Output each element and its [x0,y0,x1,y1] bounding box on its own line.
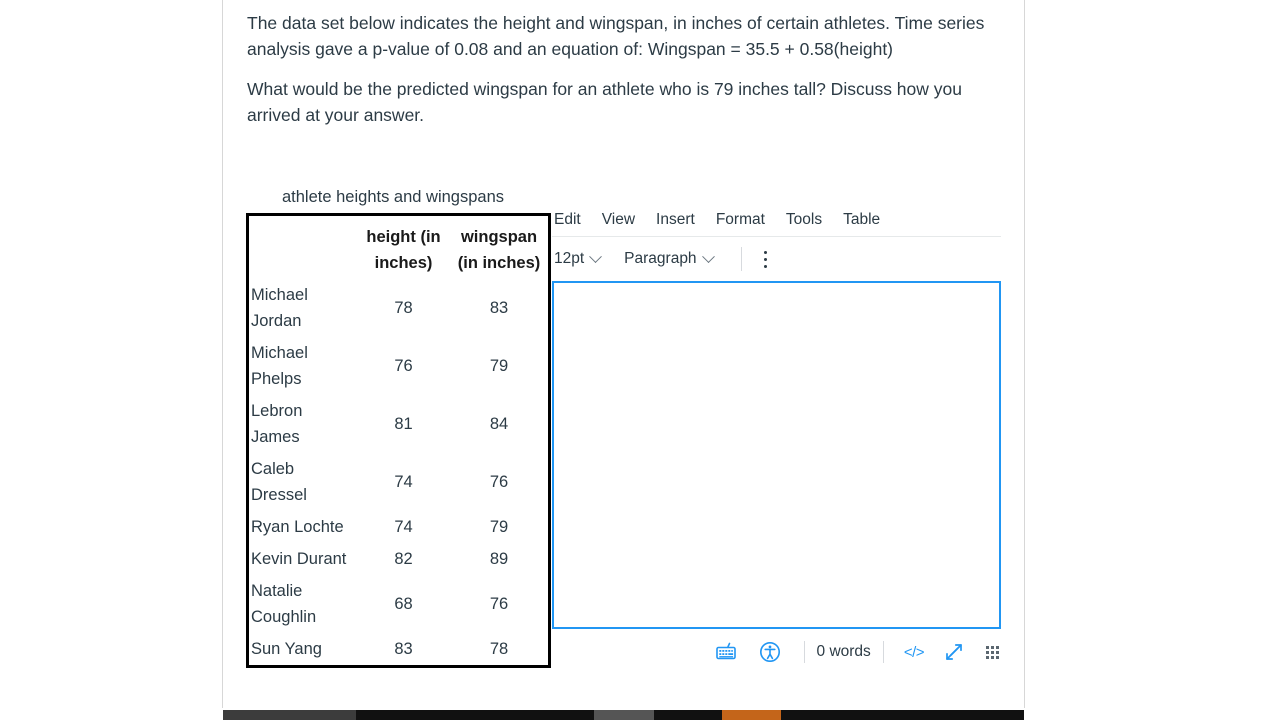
handle-dot [991,645,994,649]
kebab-dot [763,250,767,254]
chevron-down-icon [589,249,603,263]
cell-wingspan: 78 [489,640,509,658]
cell-athlete-name: Natalie Coughlin [251,582,317,626]
table-row: Michael Phelps 76 79 [249,337,548,395]
prompt-paragraph-1: The data set below indicates the height … [247,13,985,59]
font-size-select[interactable]: 12pt [554,249,603,268]
assignment-content: The data set below indicates the height … [223,0,1024,712]
status-separator [882,641,884,663]
html-editor-icon[interactable]: </> [904,644,925,661]
cell-athlete-name: Michael Jordan [251,286,308,330]
table-row: Kevin Durant 82 89 [249,543,548,575]
editor-toolbar: 12pt Paragraph [552,237,1001,281]
cell-wingspan: 79 [489,357,509,375]
toolbar-separator [740,247,742,271]
table-header-height: height (in inches) [366,228,441,272]
chevron-down-icon [701,249,715,263]
question-prompt: The data set below indicates the height … [247,10,992,128]
cell-height: 74 [394,518,413,536]
accessibility-checker-icon[interactable] [756,638,784,666]
status-separator [803,641,805,663]
table-row: Sun Yang 83 78 [249,633,548,665]
taskbar-segment [781,710,1024,720]
cell-height: 76 [394,357,413,375]
cell-athlete-name: Kevin Durant [251,550,347,568]
cell-wingspan: 84 [489,415,509,433]
cell-height: 74 [394,473,413,491]
cell-wingspan: 76 [489,595,509,613]
handle-dot [986,645,989,649]
cell-height: 68 [394,595,413,613]
cell-athlete-name: Michael Phelps [251,344,308,388]
kebab-dot [763,257,767,261]
cell-height: 82 [394,550,413,568]
table-row: Natalie Coughlin 68 76 [249,575,548,633]
table-header-name [249,216,357,279]
table-body: Michael Jordan 78 83 Michael Phelps 76 7… [249,279,548,665]
word-count: 0 words [816,643,871,660]
handle-dot [986,655,989,659]
handle-dot [986,650,989,654]
handle-dot [996,655,999,659]
menu-edit[interactable]: Edit [554,211,581,229]
cell-athlete-name: Ryan Lochte [251,518,344,536]
cell-height: 83 [394,640,413,658]
kebab-dot [763,264,767,268]
table-caption: athlete heights and wingspans [282,188,504,206]
keyboard-shortcuts-icon[interactable] [712,638,740,666]
table-row: Caleb Dressel 74 76 [249,453,548,511]
cell-wingspan: 76 [489,473,509,491]
athlete-data-table: height (in inches) wingspan (in inches) … [246,213,551,668]
table-header-wingspan: wingspan (in inches) [457,228,541,272]
handle-dot [996,650,999,654]
cell-athlete-name: Lebron James [251,402,303,446]
drag-handle-icon[interactable] [986,645,999,659]
cell-athlete-name: Caleb Dressel [251,460,307,504]
prompt-paragraph-2: What would be the predicted wingspan for… [247,79,962,125]
handle-dot [996,645,999,649]
menu-view[interactable]: View [602,211,635,229]
cell-wingspan: 79 [489,518,509,536]
cell-wingspan: 83 [489,299,509,317]
editor-textarea[interactable] [552,281,1001,629]
screen-root: The data set below indicates the height … [0,0,1280,720]
taskbar-segment [223,710,356,720]
block-format-select[interactable]: Paragraph [624,249,715,268]
cell-athlete-name: Sun Yang [251,640,322,658]
menu-format[interactable]: Format [716,211,765,229]
editor-status-bar: 0 words </> [552,629,1001,675]
font-size-value: 12pt [554,250,585,267]
table-header-row: height (in inches) wingspan (in inches) [249,216,548,279]
menu-table[interactable]: Table [843,211,880,229]
cell-height: 78 [394,299,413,317]
os-taskbar-strip [0,708,1280,720]
taskbar-segment [594,710,654,720]
menu-tools[interactable]: Tools [786,211,822,229]
table-row: Michael Jordan 78 83 [249,279,548,337]
expand-resize-icon[interactable] [940,638,968,666]
table-row: Ryan Lochte 74 79 [249,511,548,543]
block-format-value: Paragraph [624,250,697,267]
taskbar-segment [654,710,722,720]
editor-menubar: Edit View Insert Format Tools Table [552,203,1001,236]
handle-dot [991,650,994,654]
cell-wingspan: 89 [489,550,509,568]
taskbar-segment [356,710,594,720]
cell-height: 81 [394,415,413,433]
rich-content-editor: Edit View Insert Format Tools Table 12pt… [552,203,1001,675]
handle-dot [991,655,994,659]
more-options-button[interactable] [758,250,773,268]
menu-insert[interactable]: Insert [656,211,695,229]
page-rail-right [1024,0,1025,712]
table-row: Lebron James 81 84 [249,395,548,453]
taskbar-segment [722,710,781,720]
